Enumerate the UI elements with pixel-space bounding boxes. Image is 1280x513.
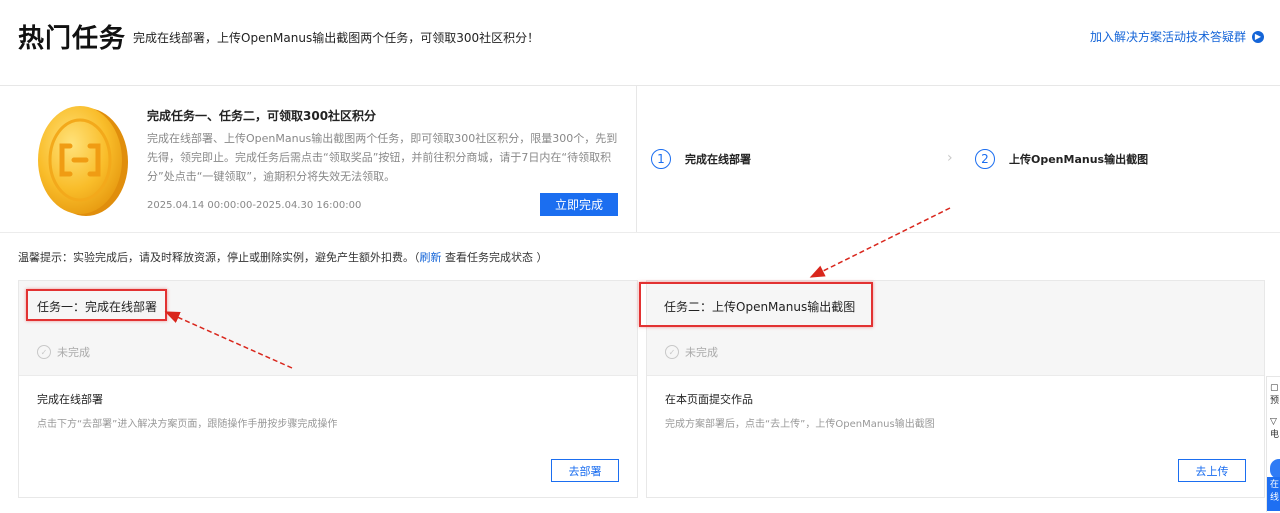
arrow-to-task-2 xyxy=(809,207,951,278)
dock-item-1-label: 预 xyxy=(1270,396,1280,406)
step-number: 2 xyxy=(975,149,995,169)
online-support-label-1: 在 xyxy=(1270,480,1280,490)
step-1: 1 完成在线部署 xyxy=(651,149,751,169)
document-icon: ▢ xyxy=(1270,383,1279,393)
page-title: 热门任务 xyxy=(18,24,127,54)
join-group-link-label: 加入解决方案活动技术答疑群 xyxy=(1089,30,1246,44)
dock-item-2-label: 电 xyxy=(1270,430,1280,440)
task-status-label: 未完成 xyxy=(685,346,718,359)
floating-dock: ▢ 预 ▽ 电 在 线 xyxy=(1266,376,1280,512)
dock-item-1[interactable]: ▢ 预 xyxy=(1270,383,1279,406)
summary-body: 完成在线部署、上传OpenManus输出截图两个任务，即可领取300社区积分，限… xyxy=(147,132,618,183)
shield-icon: ▽ xyxy=(1270,417,1277,427)
step-label: 完成在线部署 xyxy=(685,153,751,166)
chevron-right-icon: › xyxy=(947,150,953,166)
dock-item-2[interactable]: ▽ 电 xyxy=(1270,417,1279,440)
highlight-box-task-2 xyxy=(639,282,873,327)
task-description: 点击下方“去部署”进入解决方案页面，跟随操作手册按步骤完成操作 xyxy=(37,419,338,430)
check-circle-icon: ✓ xyxy=(665,345,679,359)
deploy-button[interactable]: 去部署 xyxy=(551,459,619,482)
arrow-right-icon: ▶ xyxy=(1252,30,1264,43)
check-circle-icon: ✓ xyxy=(37,345,51,359)
task-description: 完成方案部署后，点击“去上传”，上传OpenManus输出截图 xyxy=(665,419,935,430)
online-support-button[interactable]: 在 线 xyxy=(1267,477,1280,511)
upload-button[interactable]: 去上传 xyxy=(1178,459,1246,482)
tip-prefix: 温馨提示：实验完成后，请及时释放资源，停止或删除实例，避免产生额外扣费。（ xyxy=(18,251,420,264)
support-avatar[interactable] xyxy=(1270,459,1280,479)
coin-icon xyxy=(38,106,128,216)
header-description: 完成在线部署，上传OpenManus输出截图两个任务，可领取300社区积分！ xyxy=(133,31,540,45)
step-2: 2 上传OpenManus输出截图 xyxy=(975,149,1148,169)
refresh-link[interactable]: 刷新 xyxy=(420,251,442,264)
tip-suffix: 查看任务完成状态 ） xyxy=(445,251,548,264)
join-group-link[interactable]: 加入解决方案活动技术答疑群 ▶ xyxy=(1090,28,1264,45)
task-subtitle: 在本页面提交作品 xyxy=(665,393,753,406)
task-subtitle: 完成在线部署 xyxy=(37,393,103,406)
step-label: 上传OpenManus输出截图 xyxy=(1009,153,1149,166)
task-status-label: 未完成 xyxy=(57,346,90,359)
tip-text: 温馨提示：实验完成后，请及时释放资源，停止或删除实例，避免产生额外扣费。（刷新 … xyxy=(18,249,548,265)
online-support-label-2: 线 xyxy=(1270,493,1280,503)
highlight-box-task-1 xyxy=(26,289,167,321)
task-status: ✓ 未完成 xyxy=(665,344,718,360)
summary-divider xyxy=(0,232,1280,233)
summary-title: 完成任务一、任务二，可领取300社区积分 xyxy=(147,109,377,123)
summary-vertical-divider xyxy=(636,86,637,232)
header-divider xyxy=(0,85,1280,86)
task-status: ✓ 未完成 xyxy=(37,344,90,360)
step-number: 1 xyxy=(651,149,671,169)
summary-time-range: 2025.04.14 00:00:00-2025.04.30 16:00:00 xyxy=(147,200,362,211)
complete-now-button[interactable]: 立即完成 xyxy=(540,193,618,216)
